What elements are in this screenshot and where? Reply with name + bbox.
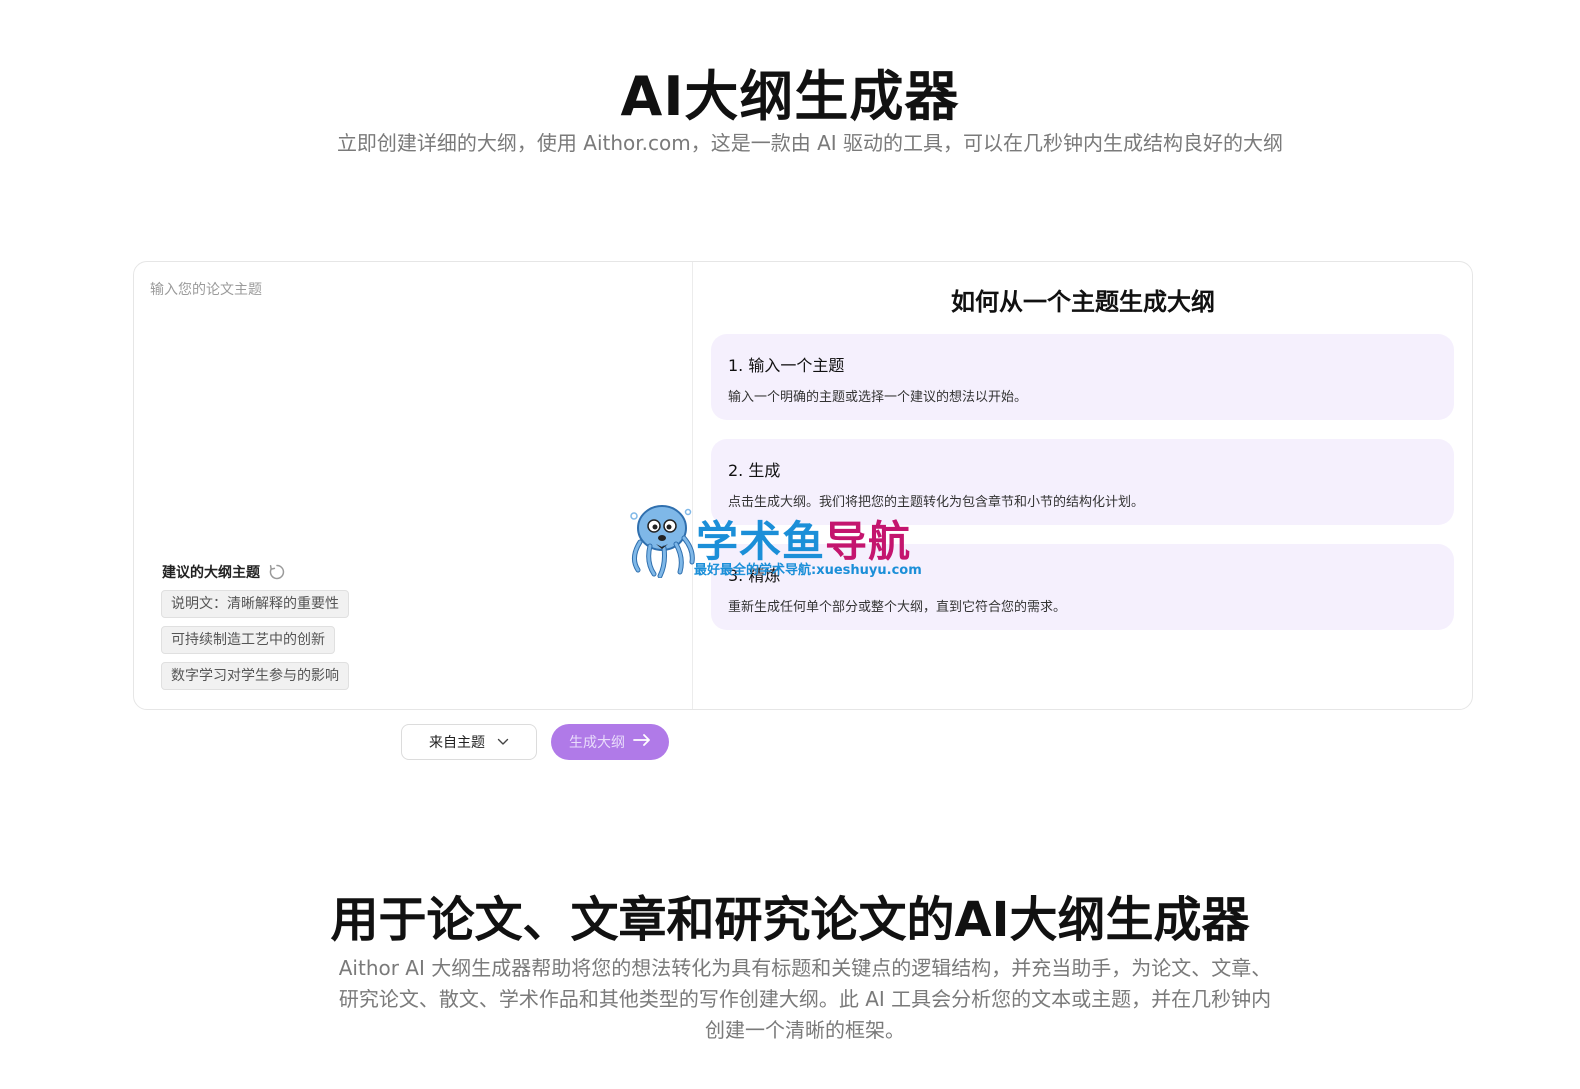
mode-select-label: 来自主题 — [429, 735, 485, 751]
mode-select[interactable]: 来自主题 — [401, 724, 537, 760]
octopus-mascot-icon — [630, 505, 695, 578]
suggestion-chip[interactable]: 可持续制造工艺中的创新 — [161, 626, 335, 654]
how-it-works-title: 如何从一个主题生成大纲 — [951, 288, 1215, 316]
section-subtitle: Aithor AI 大纲生成器帮助将您的想法转化为具有标题和关键点的逻辑结构，并… — [338, 956, 1272, 1042]
suggestion-list: 说明文：清晰解释的重要性 可持续制造工艺中的创新 数字学习对学生参与的影响 — [161, 590, 349, 690]
page-title: AI大纲生成器 — [620, 65, 960, 128]
suggestion-chip[interactable]: 说明文：清晰解释的重要性 — [161, 590, 349, 618]
generate-outline-button[interactable]: 生成大纲 — [551, 724, 669, 760]
suggestion-chip[interactable]: 数字学习对学生参与的影响 — [161, 662, 349, 690]
step-title: 1. 输入一个主题 — [728, 356, 845, 375]
refresh-icon[interactable] — [268, 563, 286, 581]
generator-controls: 来自主题 生成大纲 — [401, 724, 669, 760]
watermark-logo: 学术鱼导航 最好最全的学术导航:xueshuyu.com — [624, 500, 954, 584]
suggestions-label: 建议的大纲主题 — [162, 565, 260, 581]
step-card-1: 1. 输入一个主题 输入一个明确的主题或选择一个建议的想法以开始。 — [711, 334, 1454, 420]
chevron-down-icon — [497, 734, 509, 750]
generate-outline-label: 生成大纲 — [569, 735, 625, 751]
watermark-subtitle: 最好最全的学术导航:xueshuyu.com — [694, 563, 922, 578]
step-title: 2. 生成 — [728, 461, 781, 480]
step-desc: 重新生成任何单个部分或整个大纲，直到它符合您的需求。 — [728, 600, 1067, 615]
step-desc: 输入一个明确的主题或选择一个建议的想法以开始。 — [728, 390, 1028, 405]
suggestions-header: 建议的大纲主题 — [162, 562, 286, 582]
topic-input[interactable] — [150, 280, 670, 550]
arrow-right-icon — [633, 734, 651, 750]
outline-generator-card: 建议的大纲主题 说明文：清晰解释的重要性 可持续制造工艺中的创新 数字学习对学生… — [133, 261, 1473, 710]
page-subtitle: 立即创建详细的大纲，使用 Aithor.com，这是一款由 AI 驱动的工具，可… — [336, 131, 1284, 155]
section-title: 用于论文、文章和研究论文的AI大纲生成器 — [330, 892, 1250, 948]
input-panel: 建议的大纲主题 说明文：清晰解释的重要性 可持续制造工艺中的创新 数字学习对学生… — [134, 262, 693, 709]
how-it-works-panel: 如何从一个主题生成大纲 1. 输入一个主题 输入一个明确的主题或选择一个建议的想… — [694, 262, 1472, 709]
